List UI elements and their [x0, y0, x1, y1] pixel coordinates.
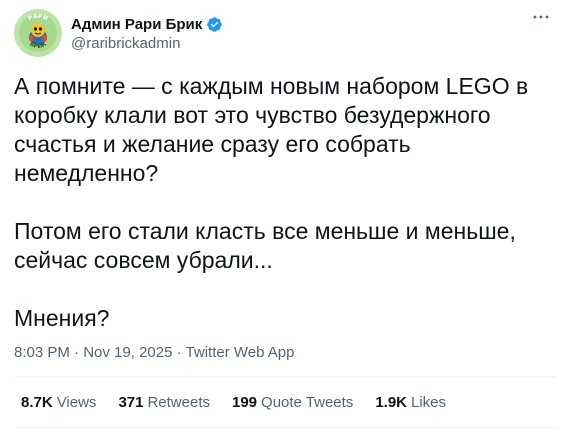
views-count: 8.7K	[21, 394, 53, 411]
divider	[14, 376, 555, 377]
quotes-label: Quote Tweets	[261, 394, 354, 411]
views-stat[interactable]: 8.7K Views	[21, 394, 96, 411]
divider	[14, 427, 555, 428]
retweets-count: 371	[118, 394, 144, 411]
avatar-logo-icon: РАРИ БРИК	[14, 9, 62, 57]
tweet-card: РАРИ БРИК Админ Рари Брик @raribrickadmi…	[0, 0, 569, 430]
retweets-label: Retweets	[147, 394, 210, 411]
tweet-stats: 8.7K Views 371 Retweets 199 Quote Tweets…	[21, 394, 446, 411]
display-name[interactable]: Админ Рари Брик	[71, 16, 202, 33]
tweet-source: Twitter Web App	[185, 344, 295, 361]
views-label: Views	[56, 394, 97, 411]
tweet-paragraph: Мнения?	[14, 305, 110, 331]
more-horizontal-icon	[533, 15, 549, 19]
meta-separator: ·	[74, 344, 84, 361]
likes-stat[interactable]: 1.9K Likes	[375, 394, 446, 411]
verified-badge-icon	[206, 16, 223, 33]
tweet-date[interactable]: Nov 19, 2025	[83, 344, 172, 361]
quotes-count: 199	[232, 394, 258, 411]
tweet-time[interactable]: 8:03 PM	[14, 344, 70, 361]
likes-count: 1.9K	[375, 394, 407, 411]
meta-separator: ·	[176, 344, 186, 361]
tweet-paragraph: Потом его стали класть все меньше и мень…	[14, 218, 516, 273]
quotes-stat[interactable]: 199 Quote Tweets	[232, 394, 353, 411]
tweet-paragraph: А помните — с каждым новым набором LEGO …	[14, 73, 529, 186]
author-name-row: Админ Рари Брик	[71, 14, 223, 34]
handle[interactable]: @raribrickadmin	[71, 35, 180, 52]
avatar[interactable]: РАРИ БРИК	[14, 9, 62, 57]
more-options-button[interactable]	[531, 9, 551, 25]
likes-label: Likes	[411, 394, 447, 411]
tweet-meta: 8:03 PM · Nov 19, 2025 · Twitter Web App	[14, 344, 294, 361]
retweets-stat[interactable]: 371 Retweets	[118, 394, 210, 411]
tweet-text: А помните — с каждым новым набором LEGO …	[14, 72, 554, 333]
